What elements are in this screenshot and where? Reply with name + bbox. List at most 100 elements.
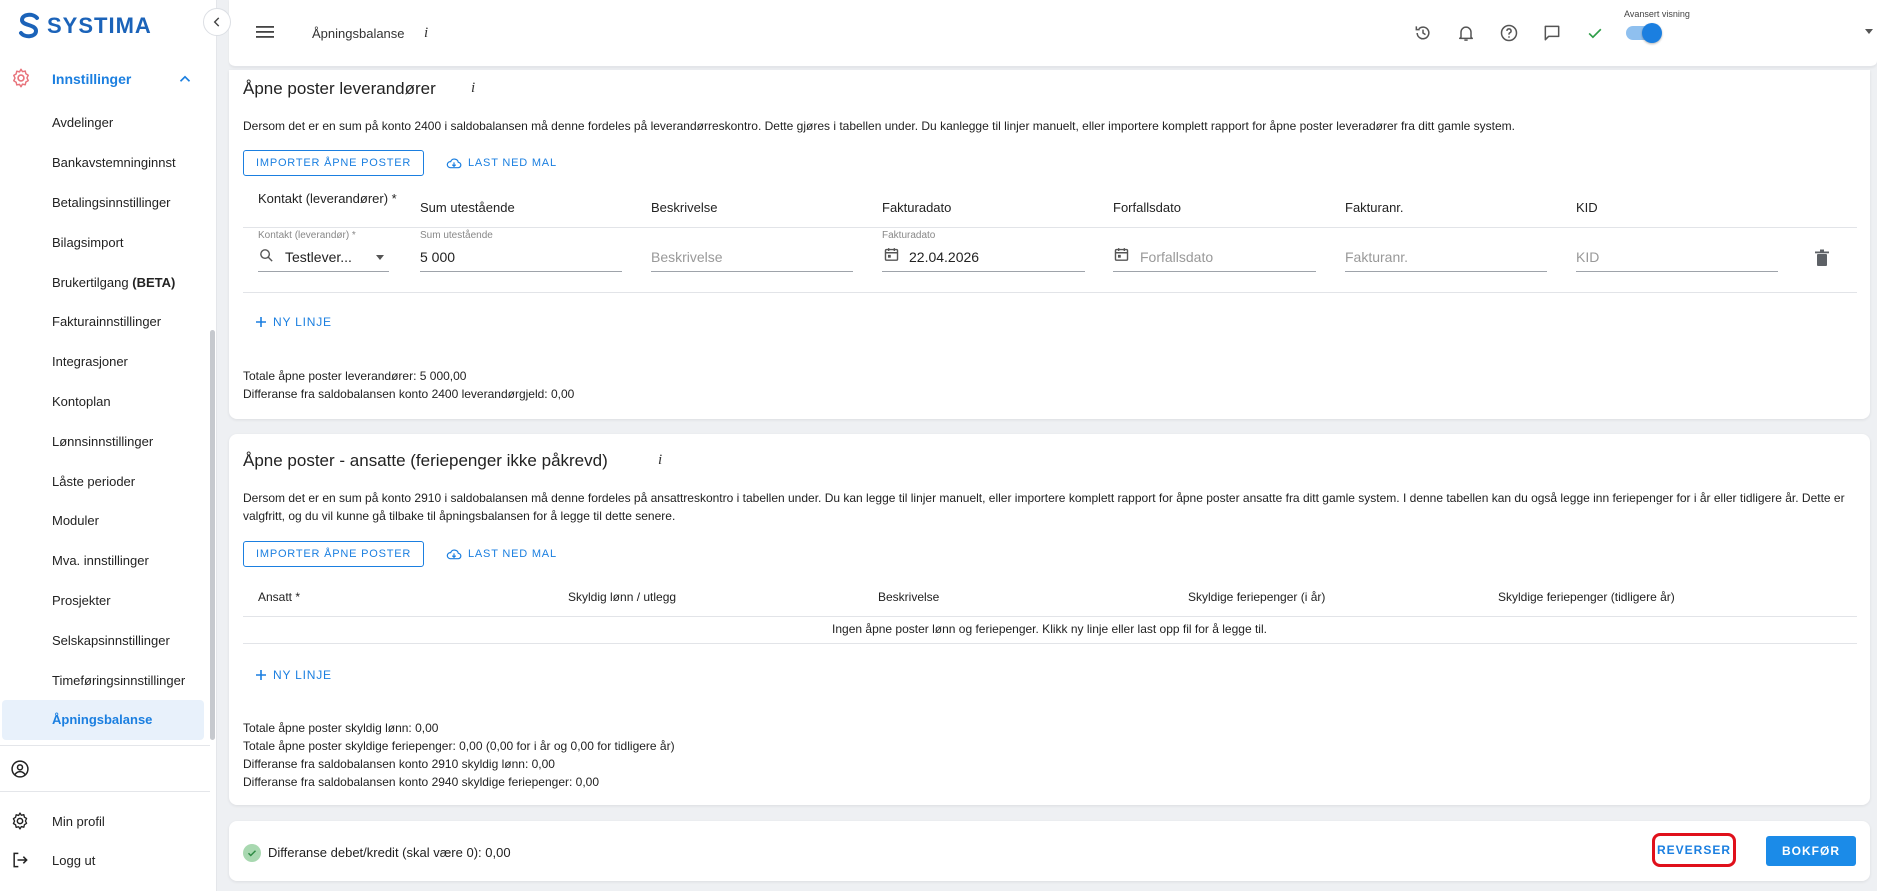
collapse-sidebar-button[interactable]: [203, 8, 231, 36]
sidebar-item-bilagsimport[interactable]: Bilagsimport: [0, 222, 204, 262]
plus-icon: [256, 317, 266, 327]
sidebar-item-lonnsinnstillinger[interactable]: Lønnsinnstillinger: [0, 421, 204, 461]
help-icon[interactable]: [1498, 22, 1520, 44]
divider: [243, 292, 1857, 293]
contact-select[interactable]: Testlever...: [285, 249, 352, 265]
download-template-button[interactable]: LAST NED MAL: [446, 541, 557, 567]
sidebar-item-innstillinger[interactable]: Innstillinger: [0, 67, 204, 91]
sidebar-item-timeforing[interactable]: Timeføringsinnstillinger: [0, 660, 204, 700]
sidebar-scrollbar[interactable]: [210, 330, 215, 740]
sidebar-item-fakturainnstillinger[interactable]: Fakturainnstillinger: [0, 302, 204, 342]
invoice-number-input[interactable]: Fakturanr.: [1345, 249, 1408, 265]
kid-input[interactable]: KID: [1576, 249, 1599, 265]
beta-badge: (BETA): [132, 274, 176, 290]
history-icon[interactable]: [1412, 22, 1434, 44]
gear-icon: [12, 812, 28, 830]
info-icon[interactable]: i: [658, 452, 662, 469]
trash-icon[interactable]: [1814, 249, 1830, 267]
sidebar: SYSTIMA Innstillinger Avdelinger Bankavs…: [0, 0, 217, 891]
advanced-view-label: Avansert visning: [1624, 9, 1690, 19]
sidebar-item-logg-ut[interactable]: Logg ut: [0, 848, 210, 872]
download-template-button[interactable]: LAST NED MAL: [446, 150, 557, 176]
sidebar-item-bankavstemning[interactable]: Bankavstemninginnst: [0, 143, 204, 183]
sum-outstanding-input[interactable]: 5 000: [420, 249, 455, 265]
sidebar-item-mva[interactable]: Mva. innstillinger: [0, 541, 204, 581]
divider: [243, 616, 1857, 617]
new-line-button[interactable]: NY LINJE: [255, 309, 332, 335]
logo-text: SYSTIMA: [47, 13, 152, 38]
sidebar-item-selskapsinnstillinger[interactable]: Selskapsinnstillinger: [0, 620, 204, 660]
caret-down-icon[interactable]: [1865, 29, 1873, 34]
column-header: KID: [1576, 200, 1598, 215]
topbar: Åpningsbalanse i Avansert visning: [229, 0, 1877, 67]
calendar-icon[interactable]: [1113, 246, 1130, 263]
sidebar-item-min-profil[interactable]: Min profil: [0, 809, 210, 833]
info-icon[interactable]: i: [471, 80, 475, 97]
logout-icon: [13, 852, 28, 868]
toggle-knob: [1642, 23, 1662, 43]
column-header: Fakturanr.: [1345, 200, 1404, 215]
balance-footer: Differanse debet/kredit (skal være 0): 0…: [229, 821, 1870, 881]
divider: [0, 745, 210, 746]
field-underline: [420, 271, 622, 272]
import-open-items-button[interactable]: IMPORTER ÅPNE POSTER: [243, 541, 425, 567]
menu-icon[interactable]: [256, 24, 274, 40]
sidebar-item-laste-perioder[interactable]: Låste perioder: [0, 461, 204, 501]
sidebar-item-moduler[interactable]: Moduler: [0, 501, 204, 541]
column-header: Kontakt (leverandører) *: [258, 191, 397, 206]
chevron-up-icon[interactable]: [176, 70, 194, 88]
field-label: Kontakt (leverandør) *: [258, 230, 356, 241]
suppliers-open-items-card: Åpne poster leverandører i Dersom det er…: [229, 70, 1870, 419]
systima-logo-icon: [19, 12, 39, 39]
summary-line: Totale åpne poster skyldig lønn: 0,00: [243, 721, 439, 735]
sidebar-item-kontoplan[interactable]: Kontoplan: [0, 382, 204, 422]
logo[interactable]: SYSTIMA: [17, 12, 152, 40]
employees-open-items-card: Åpne poster - ansatte (feriepenger ikke …: [229, 434, 1870, 805]
page-title: Åpningsbalanse: [312, 26, 405, 41]
description-input[interactable]: Beskrivelse: [651, 249, 723, 265]
suppliers-difference: Differanse fra saldobalansen konto 2400 …: [243, 387, 575, 401]
sidebar-item-prosjekter[interactable]: Prosjekter: [0, 581, 204, 621]
reverse-button[interactable]: REVERSER: [1652, 833, 1736, 867]
section-title: Åpne poster leverandører: [243, 79, 436, 98]
cloud-download-icon: [446, 549, 462, 560]
import-open-items-button[interactable]: IMPORTER ÅPNE POSTER: [243, 150, 425, 176]
sidebar-item-apningsbalanse[interactable]: Åpningsbalanse: [2, 699, 204, 740]
sidebar-item-brukertilgang[interactable]: Brukertilgang (BETA): [0, 262, 204, 302]
info-icon[interactable]: i: [424, 25, 428, 42]
invoice-date-input[interactable]: 22.04.2026: [909, 249, 979, 265]
divider: [0, 791, 210, 792]
column-header: Fakturadato: [882, 200, 952, 215]
post-button[interactable]: BOKFØR: [1766, 836, 1856, 866]
column-header: Beskrivelse: [651, 200, 718, 215]
column-header: Sum utestående: [420, 200, 515, 215]
sidebar-item-integrasjoner[interactable]: Integrasjoner: [0, 342, 204, 382]
account-circle-icon: [11, 760, 29, 778]
chat-icon[interactable]: [1541, 22, 1563, 44]
account-button[interactable]: [0, 757, 210, 781]
check-icon: [1584, 22, 1606, 44]
summary-line: Differanse fra saldobalansen konto 2940 …: [243, 775, 600, 789]
sidebar-item-betalingsinnstillinger[interactable]: Betalingsinnstillinger: [0, 183, 204, 223]
due-date-input[interactable]: Forfallsdato: [1140, 249, 1213, 265]
field-label: Fakturadato: [882, 230, 936, 241]
summary-line: Totale åpne poster skyldige feriepenger:…: [243, 739, 675, 753]
column-header: Beskrivelse: [878, 590, 940, 604]
chevron-left-icon: [213, 17, 220, 27]
bell-icon[interactable]: [1455, 22, 1477, 44]
field-underline: [258, 271, 389, 272]
section-description: Dersom det er en sum på konto 2400 i sal…: [243, 119, 1515, 133]
plus-icon: [256, 670, 266, 680]
summary-line: Differanse fra saldobalansen konto 2910 …: [243, 757, 555, 771]
field-underline: [1576, 271, 1778, 272]
check-circle-icon: [243, 844, 261, 862]
column-header: Ansatt *: [258, 590, 301, 604]
advanced-view-toggle[interactable]: [1626, 23, 1662, 43]
field-underline: [882, 271, 1085, 272]
new-line-button[interactable]: NY LINJE: [255, 662, 332, 688]
calendar-icon[interactable]: [883, 246, 900, 263]
caret-down-icon[interactable]: [376, 255, 384, 260]
column-header: Skyldige feriepenger (i år): [1188, 590, 1326, 604]
sidebar-item-avdelinger[interactable]: Avdelinger: [0, 103, 204, 143]
settings-submenu: Avdelinger Bankavstemninginnst Betalings…: [0, 103, 204, 740]
